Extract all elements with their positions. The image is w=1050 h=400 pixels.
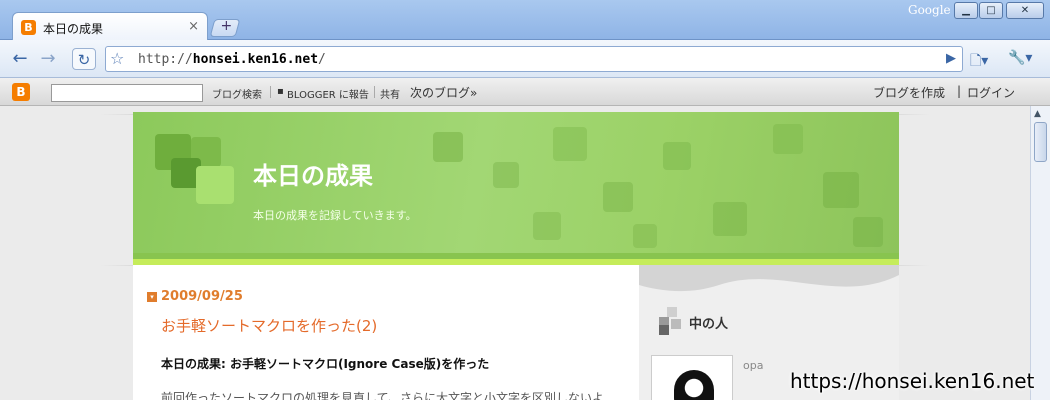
decor-square-icon xyxy=(853,217,883,247)
post-body: 前回作ったソートマクロの処理を見直して、さらに大文字と小文字を区別しないよ xyxy=(161,391,604,400)
blogger-favicon-icon: B xyxy=(21,20,36,35)
scroll-up-icon[interactable]: ▲ xyxy=(1034,109,1041,119)
post-subtitle: 本日の成果: お手軽ソートマクロ(Ignore Case版)を作った xyxy=(161,357,490,371)
divider xyxy=(270,86,271,98)
decor-square-icon xyxy=(603,182,633,212)
back-arrow-icon[interactable]: ← xyxy=(8,48,32,70)
share-link[interactable]: 共有 xyxy=(380,86,400,101)
post-title-link[interactable]: お手軽ソートマクロを作った(2) xyxy=(161,315,377,336)
report-blogger-link[interactable]: BLOGGER に報告 xyxy=(287,86,369,101)
google-label: Google xyxy=(908,3,951,17)
sidebar-heading-icon xyxy=(659,307,681,335)
decor-square-icon xyxy=(773,124,803,154)
post-date: 2009/09/25 xyxy=(161,289,243,304)
maximize-button[interactable]: □ xyxy=(979,2,1003,19)
scroll-thumb[interactable] xyxy=(1034,122,1047,162)
tab-title: 本日の成果 xyxy=(43,22,104,36)
login-link[interactable]: ログイン xyxy=(967,84,1015,101)
url-scheme: http:// xyxy=(138,52,193,67)
decor-square-icon xyxy=(663,142,691,170)
decor-square-icon xyxy=(533,212,561,240)
divider xyxy=(374,86,375,98)
sidebar-heading: 中の人 xyxy=(689,317,729,332)
browser-toolbar: ← → ↻ ☆ http://honsei.ken16.net/ ▶ 🗋▾ 🔧▾ xyxy=(0,40,1050,78)
date-icon: ▾ xyxy=(147,292,157,302)
url-text[interactable]: http://honsei.ken16.net/ xyxy=(138,52,326,67)
forward-arrow-icon[interactable]: → xyxy=(36,48,60,70)
decor-square-icon xyxy=(553,127,587,161)
plus-icon: + xyxy=(220,18,233,34)
flag-icon: ▪ xyxy=(277,86,284,97)
blog-search-link[interactable]: ブログ検索 xyxy=(212,86,262,101)
navbar-separator: | xyxy=(957,84,962,98)
avatar xyxy=(674,370,714,400)
blog-search-input[interactable] xyxy=(51,84,203,102)
profile-photo[interactable] xyxy=(651,355,733,400)
minimize-button[interactable]: ▁ xyxy=(954,2,978,19)
decor-square-icon xyxy=(713,202,747,236)
wrench-menu-icon[interactable]: 🔧▾ xyxy=(1008,50,1032,66)
window-titlebar: B 本日の成果 × + Google ▁ □ ✕ xyxy=(0,0,1050,41)
blog-header: 本日の成果 本日の成果を記録していきます。 xyxy=(133,112,899,254)
go-arrow-icon[interactable]: ▶ xyxy=(946,51,956,66)
decor-square-icon xyxy=(433,132,463,162)
main-content: ▾ 2009/09/25 お手軽ソートマクロを作った(2) 本日の成果: お手軽… xyxy=(133,265,639,400)
decor-square-icon xyxy=(823,172,859,208)
bookmark-star-icon[interactable]: ☆ xyxy=(110,49,124,68)
browser-tab[interactable]: B 本日の成果 × xyxy=(12,12,208,41)
url-path: / xyxy=(318,52,326,67)
blogger-navbar: B ブログ検索 ▪ BLOGGER に報告 共有 次のブログ» ブログを作成 |… xyxy=(0,78,1050,106)
next-blog-link[interactable]: 次のブログ» xyxy=(410,84,477,101)
profile-name[interactable]: opa xyxy=(743,359,763,372)
decor-square-icon xyxy=(633,224,657,248)
vertical-scrollbar[interactable]: ▲ xyxy=(1030,106,1050,400)
url-host: honsei.ken16.net xyxy=(192,52,319,67)
blog-title[interactable]: 本日の成果 xyxy=(253,156,373,191)
decor-square-icon xyxy=(493,162,519,188)
address-bar[interactable]: ☆ http://honsei.ken16.net/ ▶ xyxy=(105,46,963,72)
page-menu-icon[interactable]: 🗋▾ xyxy=(970,50,988,74)
site-watermark: https://honsei.ken16.net xyxy=(790,369,1035,393)
create-blog-link[interactable]: ブログを作成 xyxy=(873,84,945,101)
close-window-button[interactable]: ✕ xyxy=(1006,2,1044,19)
new-tab-button[interactable]: + xyxy=(209,18,241,37)
blogger-logo-icon[interactable]: B xyxy=(12,83,30,101)
logo-square-icon xyxy=(196,166,234,204)
tab-close-icon[interactable]: × xyxy=(188,19,199,34)
blog-description: 本日の成果を記録していきます。 xyxy=(253,209,417,222)
page-viewport: 本日の成果 本日の成果を記録していきます。 ▾ 2009/09/25 お手軽ソー… xyxy=(0,106,1030,400)
reload-icon[interactable]: ↻ xyxy=(72,48,96,70)
